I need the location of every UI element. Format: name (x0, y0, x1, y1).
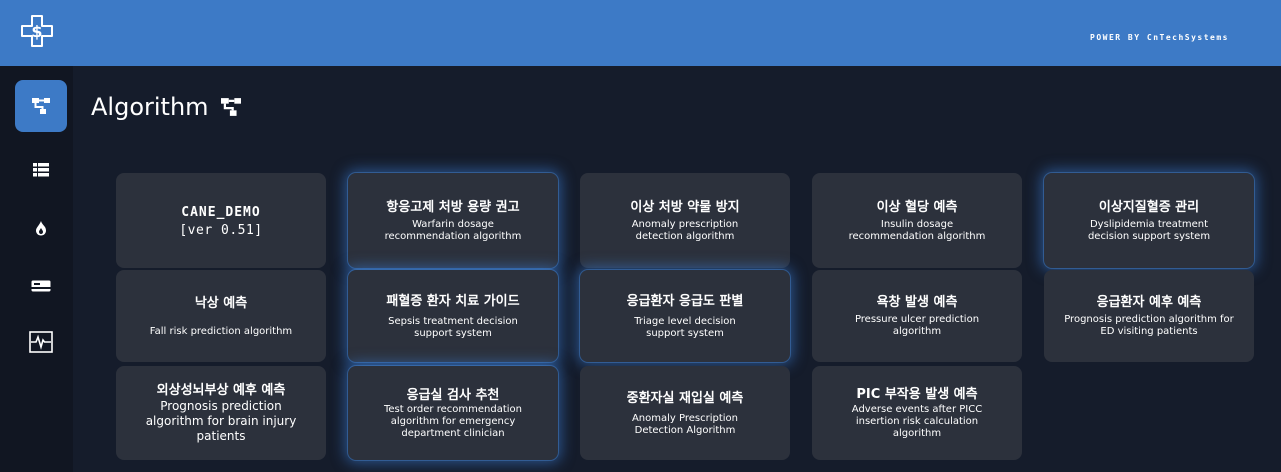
top-bar: $ POWER BY CnTechSystems (0, 0, 1281, 66)
algorithm-card-cane-demo[interactable]: CANE_DEMO [ver 0.51] (116, 173, 326, 268)
card-title: 응급환자 응급도 판별 (626, 293, 744, 309)
card-subtitle: Anomaly Prescription Detection Algorithm (631, 412, 739, 436)
nav-card[interactable] (15, 260, 67, 312)
card-subtitle: Triage level decision support system (634, 315, 736, 339)
card-title: 중환자실 재입실 예측 (626, 390, 744, 406)
list-icon (33, 163, 49, 177)
page-title-text: Algorithm (91, 93, 209, 121)
card-subtitle: Warfarin dosage recommendation algorithm (384, 218, 522, 242)
card-title: 외상성뇌부상 예후 예측 (156, 383, 286, 398)
nav-flame[interactable] (15, 202, 67, 254)
card-subtitle: Sepsis treatment decision support system (388, 315, 518, 339)
powered-by-label: POWER BY CnTechSystems (1090, 33, 1229, 42)
hierarchy-icon (32, 98, 50, 114)
card-subtitle: Prognosis prediction algorithm for brain… (145, 399, 297, 443)
card-title: PIC 부작용 발생 예측 (856, 387, 978, 402)
card-title: 항응고제 처방 용량 권고 (386, 199, 520, 215)
card-title: 이상 혈당 예측 (876, 199, 958, 215)
card-title: 응급실 검사 추천 (406, 387, 500, 403)
card-subtitle: Test order recommendation algorithm for … (384, 403, 522, 439)
algorithm-card-insulin[interactable]: 이상 혈당 예측 Insulin dosage recommendation a… (812, 173, 1022, 268)
card-subtitle: Fall risk prediction algorithm (149, 325, 293, 337)
card-title: 이상지질혈증 관리 (1098, 199, 1200, 215)
algorithm-card-ed-test-order[interactable]: 응급실 검사 추천 Test order recommendation algo… (348, 366, 558, 460)
algorithm-card-triage[interactable]: 응급환자 응급도 판별 Triage level decision suppor… (580, 270, 790, 362)
algorithm-card-ed-prognosis[interactable]: 응급환자 예후 예측 Prognosis prediction algorith… (1044, 270, 1254, 362)
svg-text:$: $ (31, 22, 42, 41)
algorithm-card-anomaly-prescription[interactable]: 이상 처방 약물 방지 Anomaly prescription detecti… (580, 173, 790, 268)
algorithm-card-brain-injury[interactable]: 외상성뇌부상 예후 예측 Prognosis prediction algori… (116, 366, 326, 460)
flame-icon (36, 221, 46, 236)
main-content: Algorithm CANE_DEMO [ver 0.51] 항응고제 처방 용… (73, 66, 1281, 472)
page-title: Algorithm (91, 93, 243, 121)
card-title: 욕창 발생 예측 (876, 295, 958, 310)
card-title: 낙상 예측 (194, 295, 248, 311)
card-subtitle: Anomaly prescription detection algorithm (631, 218, 739, 242)
card-title: 이상 처방 약물 방지 (630, 199, 740, 215)
heartbeat-icon (29, 331, 53, 353)
algorithm-card-picc[interactable]: PIC 부작용 발생 예측 Adverse events after PICC … (812, 366, 1022, 460)
card-subtitle: Insulin dosage recommendation algorithm (848, 218, 986, 242)
nav-list[interactable] (15, 144, 67, 196)
card-subtitle: Adverse events after PICC insertion risk… (851, 404, 983, 439)
card-title: CANE_DEMO (181, 204, 261, 220)
medical-logo-icon[interactable]: $ (20, 14, 54, 48)
sidebar (0, 66, 73, 472)
card-subtitle: Pressure ulcer prediction algorithm (854, 314, 980, 337)
algorithm-card-dyslipidemia[interactable]: 이상지질혈증 관리 Dyslipidemia treatment decisio… (1044, 173, 1254, 268)
algorithm-card-pressure-ulcer[interactable]: 욕창 발생 예측 Pressure ulcer prediction algor… (812, 270, 1022, 362)
nav-algorithm[interactable] (15, 80, 67, 132)
algorithm-card-warfarin[interactable]: 항응고제 처방 용량 권고 Warfarin dosage recommenda… (348, 173, 558, 268)
algorithm-card-fall-risk[interactable]: 낙상 예측 Fall risk prediction algorithm (116, 270, 326, 362)
card-version: [ver 0.51] (179, 222, 263, 238)
hierarchy-icon (220, 98, 241, 116)
nav-monitor[interactable] (15, 316, 67, 368)
card-icon (31, 280, 51, 292)
algorithm-card-sepsis[interactable]: 패혈증 환자 치료 가이드 Sepsis treatment decision … (348, 270, 558, 362)
algorithm-card-icu-readmission[interactable]: 중환자실 재입실 예측 Anomaly Prescription Detecti… (580, 366, 790, 460)
card-title: 응급환자 예후 예측 (1096, 295, 1202, 310)
card-subtitle: Prognosis prediction algorithm for ED vi… (1064, 314, 1234, 337)
card-title: 패혈증 환자 치료 가이드 (386, 293, 520, 309)
card-subtitle: Dyslipidemia treatment decision support … (1087, 218, 1211, 242)
